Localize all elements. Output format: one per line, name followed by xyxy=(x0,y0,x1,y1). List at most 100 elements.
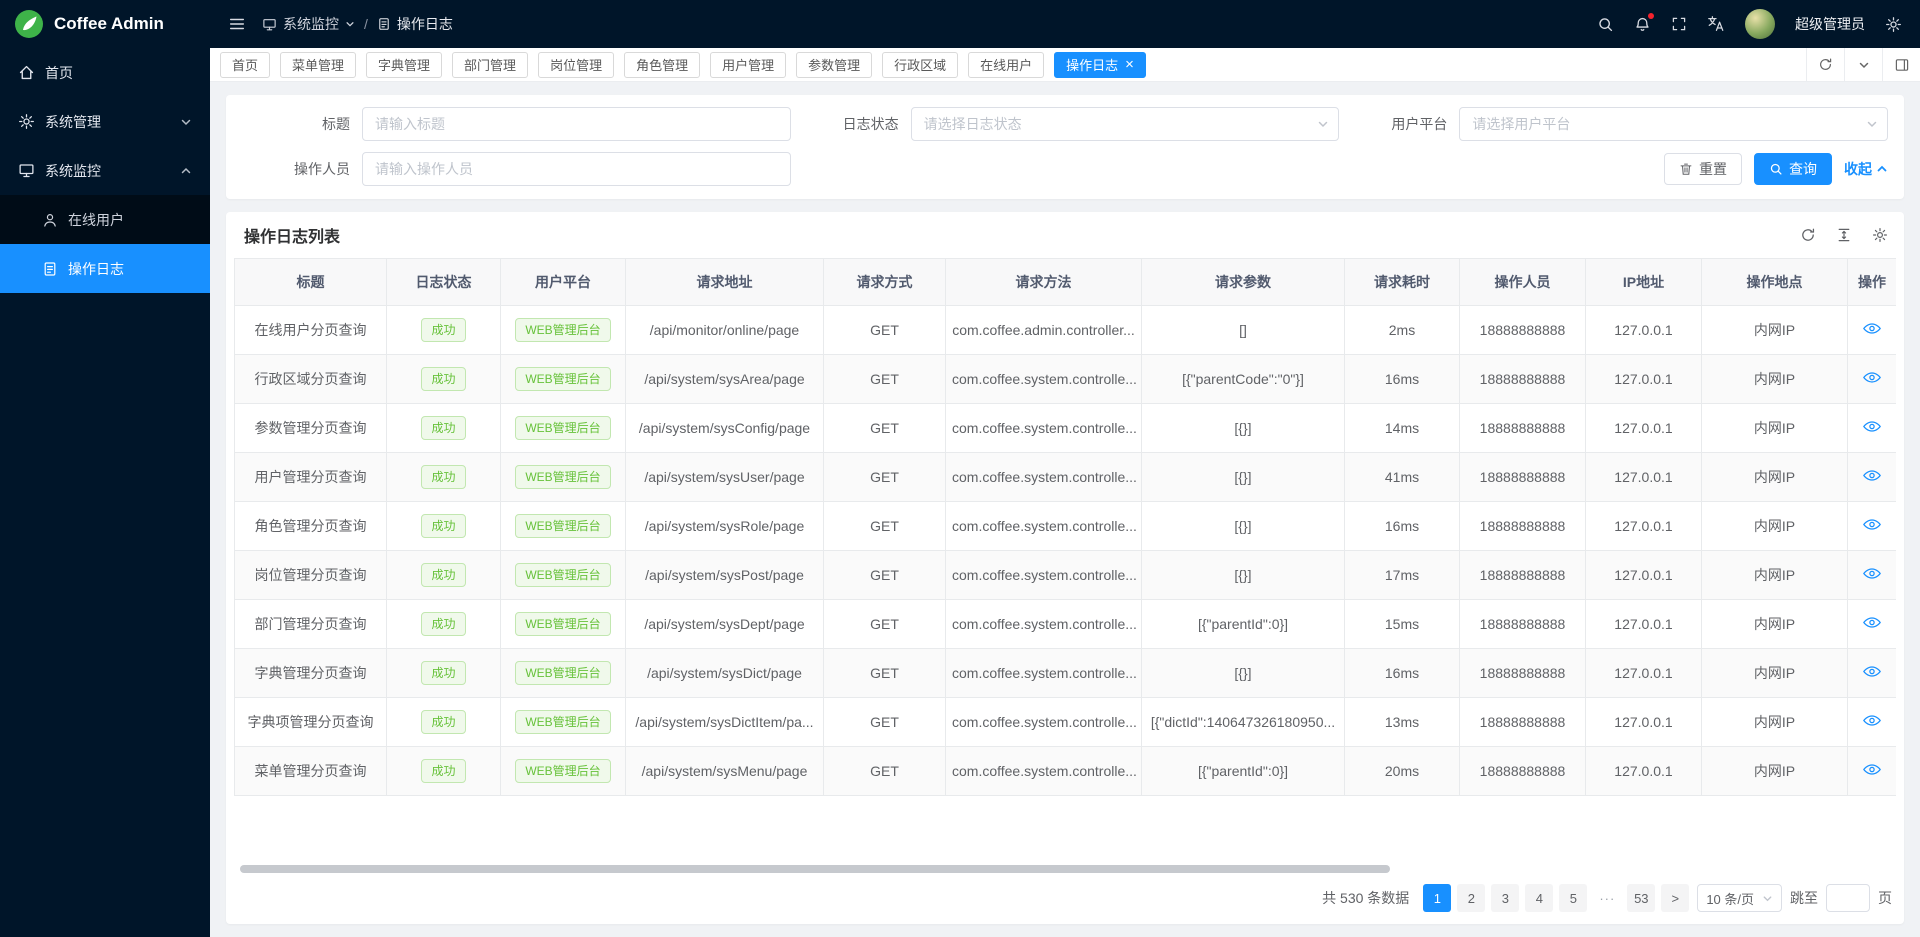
chevron-down-icon xyxy=(180,116,192,128)
tab[interactable]: 菜单管理 xyxy=(280,52,356,78)
view-detail-button[interactable] xyxy=(1863,665,1881,678)
tab-label: 用户管理 xyxy=(722,55,774,74)
tab[interactable]: 字典管理 xyxy=(366,52,442,78)
chevron-up-icon xyxy=(180,165,192,177)
page-button[interactable]: 2 xyxy=(1457,884,1485,912)
view-detail-button[interactable] xyxy=(1863,322,1881,335)
collapse-filter-link[interactable]: 收起 xyxy=(1844,159,1888,179)
tab[interactable]: 首页 xyxy=(220,52,270,78)
tab-close-icon[interactable]: × xyxy=(1125,57,1134,72)
platform-badge: WEB管理后台 xyxy=(515,710,610,734)
cell-func: com.coffee.system.controlle... xyxy=(946,551,1142,600)
avatar[interactable] xyxy=(1745,9,1775,39)
layout-panel-icon[interactable] xyxy=(1882,48,1920,81)
platform-badge: WEB管理后台 xyxy=(515,661,610,685)
view-detail-button[interactable] xyxy=(1863,469,1881,482)
view-detail-button[interactable] xyxy=(1863,371,1881,384)
page-button[interactable]: 53 xyxy=(1627,884,1655,912)
jump-prefix-text: 跳至 xyxy=(1790,888,1818,908)
settings-gear-icon[interactable] xyxy=(1885,16,1902,33)
tab-options-chevron-icon[interactable] xyxy=(1844,48,1882,81)
cell-duration: 16ms xyxy=(1345,355,1460,404)
logo[interactable]: Coffee Admin xyxy=(0,0,210,48)
column-settings-gear-icon[interactable] xyxy=(1872,227,1888,243)
tab-active[interactable]: 操作日志× xyxy=(1054,52,1146,78)
horizontal-scrollbar-thumb[interactable] xyxy=(240,865,1390,873)
cell-params: [{}] xyxy=(1142,404,1345,453)
tab[interactable]: 岗位管理 xyxy=(538,52,614,78)
cell-title: 部门管理分页查询 xyxy=(235,600,387,649)
row-height-icon[interactable] xyxy=(1836,227,1852,243)
column-header: 操作 xyxy=(1848,259,1897,306)
cell-ip: 127.0.0.1 xyxy=(1586,404,1702,453)
sidebar-item-home[interactable]: 首页 xyxy=(0,48,210,97)
operator-label: 操作人员 xyxy=(242,159,362,179)
cell-location: 内网IP xyxy=(1702,404,1848,453)
cell-operator: 18888888888 xyxy=(1460,649,1586,698)
cell-func: com.coffee.system.controlle... xyxy=(946,453,1142,502)
sidebar-item-system-management[interactable]: 系统管理 xyxy=(0,97,210,146)
page-button[interactable]: 1 xyxy=(1423,884,1451,912)
username[interactable]: 超级管理员 xyxy=(1795,14,1865,34)
cell-ip: 127.0.0.1 xyxy=(1586,600,1702,649)
notification-bell-icon[interactable] xyxy=(1634,16,1651,33)
trash-icon xyxy=(1679,162,1693,176)
cell-url: /api/system/sysRole/page xyxy=(626,502,824,551)
tab[interactable]: 角色管理 xyxy=(624,52,700,78)
cell-params: [{}] xyxy=(1142,551,1345,600)
table-row: 参数管理分页查询成功WEB管理后台/api/system/sysConfig/p… xyxy=(235,404,1897,453)
logo-icon xyxy=(14,9,44,39)
breadcrumb: 系统监控 / 操作日志 xyxy=(262,14,453,34)
tab[interactable]: 行政区域 xyxy=(882,52,958,78)
log-list-panel: 操作日志列表 xyxy=(226,212,1904,924)
table-refresh-icon[interactable] xyxy=(1800,227,1816,243)
title-input[interactable] xyxy=(362,107,791,141)
tab[interactable]: 参数管理 xyxy=(796,52,872,78)
translate-icon[interactable] xyxy=(1707,15,1725,33)
refresh-icon[interactable] xyxy=(1806,48,1844,81)
cell-action xyxy=(1848,698,1897,747)
view-detail-button[interactable] xyxy=(1863,518,1881,531)
page-button[interactable]: 3 xyxy=(1491,884,1519,912)
search-button[interactable]: 查询 xyxy=(1754,153,1832,185)
tab[interactable]: 用户管理 xyxy=(710,52,786,78)
reset-button[interactable]: 重置 xyxy=(1664,153,1742,185)
tab[interactable]: 部门管理 xyxy=(452,52,528,78)
view-detail-button[interactable] xyxy=(1863,714,1881,727)
pager-ellipsis[interactable]: ··· xyxy=(1593,884,1621,912)
table-row: 角色管理分页查询成功WEB管理后台/api/system/sysRole/pag… xyxy=(235,502,1897,551)
platform-badge: WEB管理后台 xyxy=(515,367,610,391)
page-button[interactable]: 4 xyxy=(1525,884,1553,912)
view-detail-button[interactable] xyxy=(1863,616,1881,629)
cell-ip: 127.0.0.1 xyxy=(1586,551,1702,600)
cell-url: /api/system/sysArea/page xyxy=(626,355,824,404)
view-detail-button[interactable] xyxy=(1863,420,1881,433)
cell-func: com.coffee.system.controlle... xyxy=(946,502,1142,551)
search-icon[interactable] xyxy=(1597,16,1614,33)
page-size-select[interactable]: 10 条/页 xyxy=(1697,884,1782,912)
chevron-down-icon xyxy=(345,19,355,29)
jump-page-input[interactable] xyxy=(1826,884,1870,912)
platform-badge: WEB管理后台 xyxy=(515,465,610,489)
status-badge: 成功 xyxy=(421,612,465,636)
fullscreen-icon[interactable] xyxy=(1671,16,1687,32)
view-detail-button[interactable] xyxy=(1863,763,1881,776)
sidebar-item-online-users[interactable]: 在线用户 xyxy=(0,195,210,244)
user-platform-select[interactable] xyxy=(1459,107,1888,141)
log-status-select[interactable] xyxy=(911,107,1340,141)
sidebar-item-system-monitor[interactable]: 系统监控 xyxy=(0,146,210,195)
sidebar-collapse-icon[interactable] xyxy=(228,15,246,33)
cell-params: [{"dictId":140647326180950... xyxy=(1142,698,1345,747)
view-detail-button[interactable] xyxy=(1863,567,1881,580)
next-page-button[interactable]: > xyxy=(1661,884,1689,912)
breadcrumb-item-monitor[interactable]: 系统监控 xyxy=(262,14,355,34)
operator-input[interactable] xyxy=(362,152,791,186)
log-list-header: 操作日志列表 xyxy=(234,212,1896,258)
cell-operator: 18888888888 xyxy=(1460,747,1586,796)
sidebar-item-operation-log[interactable]: 操作日志 xyxy=(0,244,210,293)
tab[interactable]: 在线用户 xyxy=(968,52,1044,78)
cell-platform: WEB管理后台 xyxy=(501,747,626,796)
page-button[interactable]: 5 xyxy=(1559,884,1587,912)
cell-title: 在线用户分页查询 xyxy=(235,306,387,355)
cell-location: 内网IP xyxy=(1702,502,1848,551)
